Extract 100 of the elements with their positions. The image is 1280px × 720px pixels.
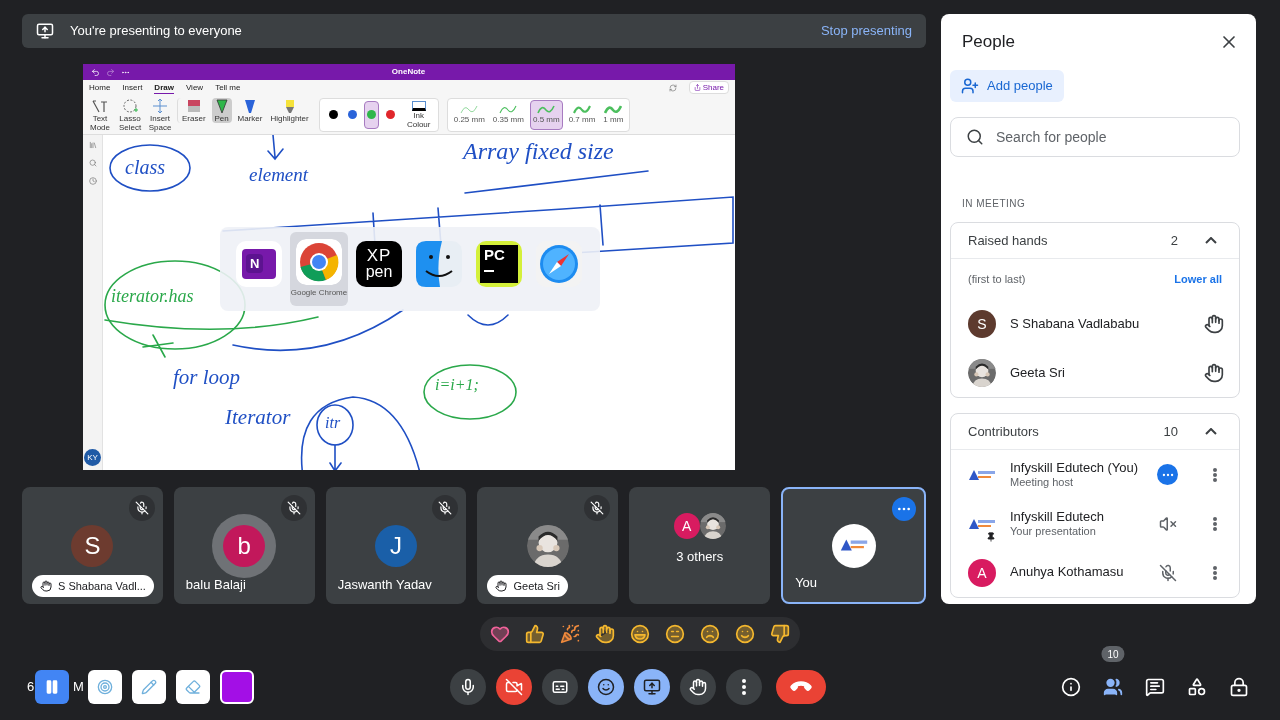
laser-pointer-button[interactable]	[88, 670, 122, 704]
ribbon-tool[interactable]: Highlighter	[268, 97, 311, 123]
smiling-face-icon[interactable]	[734, 624, 755, 644]
ribbon-tool[interactable]: Marker	[235, 97, 265, 123]
ribbon-tool[interactable]: Pen	[211, 97, 232, 123]
thumbs-up-icon[interactable]	[524, 624, 545, 644]
thickness-option[interactable]: 0.35 mm	[490, 99, 526, 130]
ribbon-tab[interactable]: Tell me	[215, 82, 241, 93]
avatar: J	[375, 524, 418, 567]
app-letter: N	[246, 253, 264, 274]
participant-tile[interactable]: A 3 others	[629, 487, 771, 604]
ribbon-tab[interactable]: Draw	[154, 81, 174, 94]
eraser-icon	[185, 97, 202, 114]
sync-icon[interactable]	[668, 83, 677, 92]
thickness-option[interactable]: 0.25 mm	[451, 99, 487, 130]
party-popper-icon[interactable]	[559, 624, 580, 644]
microphone-button[interactable]	[450, 669, 486, 705]
handwritten-note: itr	[325, 415, 341, 431]
search-icon	[966, 128, 984, 146]
laughing-face-icon[interactable]	[629, 624, 650, 644]
undo-icon[interactable]	[91, 67, 100, 77]
participant-name: Anuhya Kothamasu	[1010, 564, 1125, 581]
more-options-button[interactable]	[891, 497, 916, 521]
avatar: S	[71, 524, 114, 567]
present-button[interactable]	[634, 669, 670, 705]
ribbon-tab[interactable]: Insert	[122, 82, 143, 93]
participant-name: Infyskill Edutech (You)	[1010, 459, 1140, 476]
tool-label: Ink Colour	[405, 110, 432, 129]
ribbon-tool[interactable]: Text Mode	[87, 97, 113, 132]
ribbon-tool[interactable]: Lasso Select	[117, 97, 143, 132]
more-options-icon[interactable]	[1213, 565, 1217, 580]
name-text: S Shabana Vadl...	[58, 578, 146, 594]
eraser-button[interactable]	[176, 670, 210, 704]
app-logo-text: pen	[365, 264, 393, 280]
more-options-button[interactable]	[726, 669, 762, 705]
thickness-option[interactable]: 0.7 mm	[566, 99, 598, 130]
pen-button[interactable]	[132, 670, 166, 704]
code-editor-app-icon[interactable]: PC	[476, 240, 522, 287]
reactions-button[interactable]	[588, 669, 624, 705]
user-avatar[interactable]: KY	[84, 449, 101, 466]
share-button[interactable]: Share	[688, 81, 729, 94]
section-header[interactable]: Contributors 10	[951, 414, 1239, 450]
camera-button[interactable]	[496, 669, 532, 705]
face-icon[interactable]	[664, 624, 685, 644]
logo-icon	[831, 523, 876, 568]
more-options-icon[interactable]	[1213, 516, 1217, 531]
ribbon-tab[interactable]: View	[185, 82, 204, 93]
avatar: A	[968, 558, 996, 587]
handwritten-note: Iterator	[225, 407, 291, 428]
ribbon-tool[interactable]: Eraser	[177, 97, 208, 123]
squiggle-icon	[499, 104, 518, 115]
captions-button[interactable]	[542, 669, 578, 705]
tablet-app-icon[interactable]: XP pen	[356, 240, 402, 287]
company-logo-icon	[969, 518, 995, 529]
ribbon-tool[interactable]: Insert Space	[147, 97, 173, 132]
color-swatch[interactable]	[220, 670, 254, 704]
window-title: OneNote	[390, 66, 427, 78]
smiling-face-app-icon[interactable]	[416, 240, 462, 287]
thumbs-down-icon[interactable]	[769, 624, 790, 644]
avatar: A	[673, 512, 700, 539]
add-people-button[interactable]: Add people	[950, 70, 1064, 102]
shapes-icon[interactable]	[1187, 677, 1207, 697]
company-logo-icon	[969, 469, 995, 480]
notebook-app-icon[interactable]: N	[236, 240, 282, 287]
browser-app-icon[interactable]	[296, 239, 342, 285]
section-header[interactable]: Raised hands 2	[951, 223, 1239, 259]
lower-all-link[interactable]: Lower all	[1174, 270, 1222, 288]
pause-button[interactable]	[35, 670, 69, 704]
lock-icon[interactable]	[1229, 677, 1249, 697]
text-cursor-icon	[91, 97, 109, 114]
search-field[interactable]: Search for people	[950, 117, 1240, 157]
present-icon	[36, 22, 54, 40]
raise-hand-button[interactable]	[680, 669, 716, 705]
end-call-button[interactable]	[776, 670, 826, 704]
participant-tile[interactable]: Geeta Sri	[477, 487, 619, 604]
participant-tile[interactable]: You	[781, 487, 926, 604]
handwritten-note: iterator.has	[111, 287, 194, 305]
hand-icon[interactable]	[594, 624, 615, 644]
panel-title: People	[962, 31, 1016, 54]
share-icon	[693, 84, 701, 91]
search-input[interactable]: Search for people	[996, 126, 1224, 148]
sad-face-icon[interactable]	[699, 624, 720, 644]
raised-hand-icon	[1204, 362, 1224, 383]
participant-tile[interactable]: J Jaswanth Yadav	[325, 487, 467, 604]
heart-icon[interactable]	[489, 624, 510, 644]
others-count: 3 others	[676, 547, 724, 566]
participant-tile[interactable]: S S Shabana Vadl...	[22, 487, 163, 604]
search-icon[interactable]	[88, 159, 97, 167]
thickness-option[interactable]: 0.5 mm	[529, 99, 563, 130]
hand-icon	[495, 580, 508, 592]
more-options-icon[interactable]	[1213, 467, 1217, 482]
ink-colour-icon[interactable]	[411, 100, 426, 111]
participant-tile[interactable]: b balu Balaji	[173, 487, 315, 604]
color-option[interactable]	[363, 100, 379, 129]
people-icon[interactable]	[1103, 677, 1123, 697]
stop-presenting-button[interactable]: Stop presenting	[820, 21, 912, 41]
thickness-option[interactable]: 1 mm	[601, 99, 626, 130]
ribbon-tab[interactable]: Home	[89, 82, 111, 93]
chat-icon[interactable]	[1145, 677, 1165, 697]
info-icon[interactable]	[1061, 677, 1081, 697]
